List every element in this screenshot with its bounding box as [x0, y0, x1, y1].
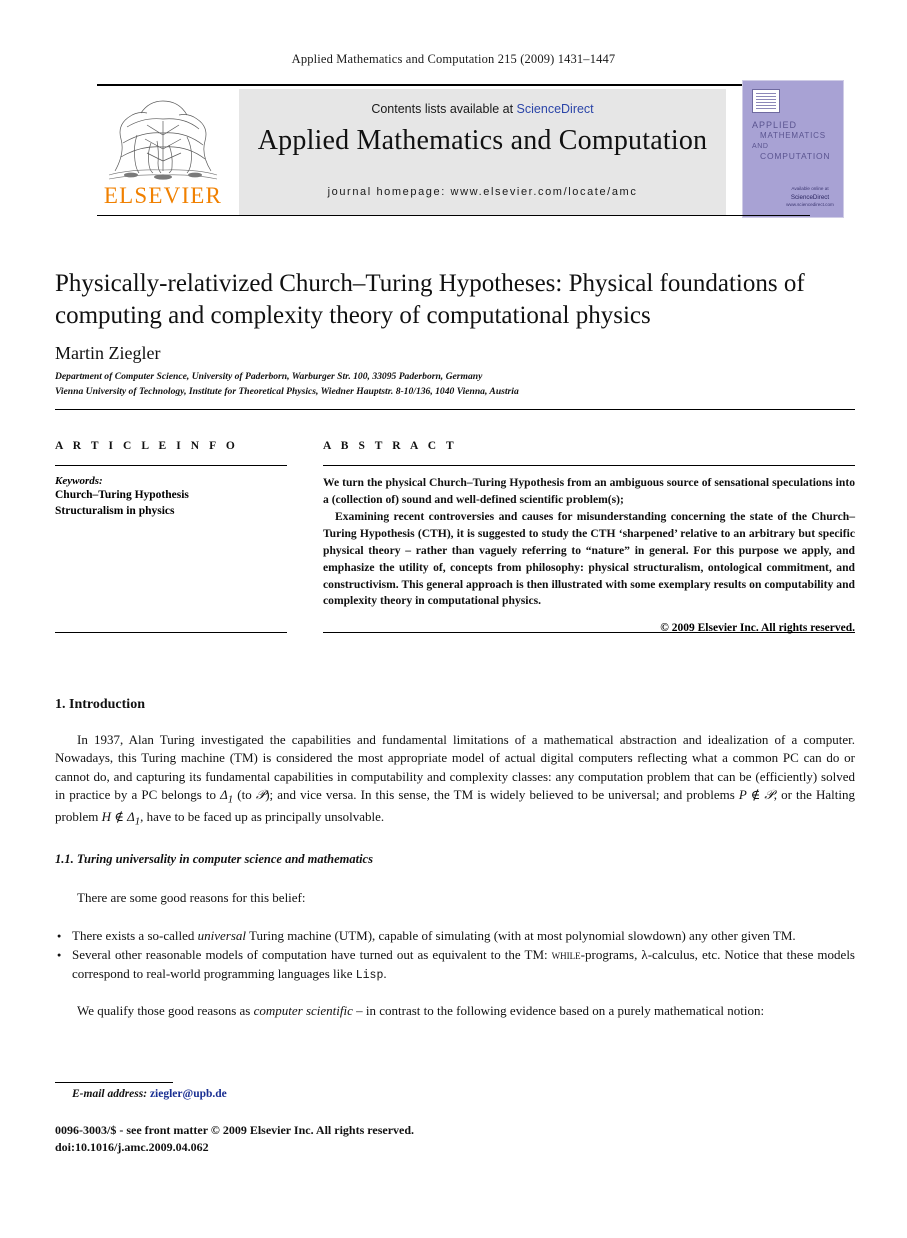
belief-paragraph: There are some good reasons for this bel…: [77, 889, 306, 905]
masthead-panel: Contents lists available at ScienceDirec…: [239, 89, 726, 216]
article-info-heading: A R T I C L E I N F O: [55, 440, 239, 452]
abstract-paragraph-1: We turn the physical Church–Turing Hypot…: [323, 476, 855, 506]
closing-post: – in contrast to the following evidence …: [352, 1003, 765, 1019]
imprint-line-1: 0096-3003/$ - see front matter © 2009 El…: [55, 1123, 415, 1137]
abstract-heading: A B S T R A C T: [323, 440, 458, 452]
keyword-item: Church–Turing Hypothesis: [55, 489, 189, 501]
section-heading-introduction: 1. Introduction: [55, 697, 145, 712]
paper-page: Applied Mathematics and Computation 215 …: [0, 0, 907, 1238]
cover-badge-url: www.sciencedirect.com: [786, 202, 834, 208]
abstract-rule: [323, 465, 855, 466]
closing-paragraph: We qualify those good reasons as compute…: [55, 1002, 855, 1020]
page-title: Physically-relativized Church–Turing Hyp…: [55, 270, 805, 329]
intro-text-part-3: ); and vice versa. In this sense, the TM…: [265, 786, 739, 802]
cover-badge-brand: ScienceDirect: [790, 193, 830, 201]
cover-line-4: COMPUTATION: [760, 151, 831, 162]
bullet-1-pre: There exists a so-called: [72, 928, 198, 944]
affiliation-1: Department of Computer Science, Universi…: [55, 371, 483, 382]
bullet-1-post: Turing machine (UTM), capable of simulat…: [246, 928, 796, 944]
article-info-rule: [55, 465, 287, 466]
journal-cover-thumbnail: APPLIED MATHEMATICS AND COMPUTATION Avai…: [742, 80, 844, 218]
affiliations: Department of Computer Science, Universi…: [55, 370, 855, 399]
p-not-in-p-symbol: P ∉ 𝒫: [738, 786, 774, 802]
list-item: Several other reasonable models of compu…: [57, 946, 855, 984]
footnote-rule: [55, 1082, 173, 1083]
elsevier-wordmark: ELSEVIER: [103, 183, 223, 208]
email-link[interactable]: ziegler@upb.de: [150, 1088, 227, 1100]
bullet-2-pre: Several other reasonable models of compu…: [72, 947, 552, 963]
cover-line-1: APPLIED: [752, 120, 798, 130]
intro-text-part-5: , have to be faced up as principally uns…: [140, 808, 385, 824]
bullet-2-end: .: [383, 965, 387, 981]
article-info-block: A R T I C L E I N F O Keywords: Church–T…: [55, 440, 287, 520]
intro-paragraph: In 1937, Alan Turing investigated the ca…: [55, 731, 855, 830]
masthead-bottom-rule: [97, 215, 810, 216]
affiliation-2: Vienna University of Technology, Institu…: [55, 385, 519, 397]
elsevier-tree-icon: [108, 100, 218, 180]
cover-line-3: AND: [752, 142, 769, 150]
masthead-top-rule: [97, 84, 810, 86]
h-not-in-delta-symbol: H ∉ Δ: [101, 808, 135, 824]
bullet-1-emphasis: universal: [197, 928, 247, 944]
author-name: Martin Ziegler: [55, 343, 161, 363]
abstract-paragraph-2: Examining recent controversies and cause…: [323, 509, 855, 608]
cover-title-text: APPLIED MATHEMATICS AND COMPUTATION: [752, 119, 838, 163]
cover-publisher-icon: [752, 89, 780, 113]
elsevier-logo: ELSEVIER: [97, 89, 229, 216]
cover-sciencedirect-badge: Available online at ScienceDirect www.sc…: [783, 186, 837, 209]
subsection-heading-1-1: 1.1. Turing universality in computer sci…: [55, 851, 373, 866]
article-info-bottom-rule: [55, 632, 287, 633]
delta-symbol-1: Δ: [220, 786, 228, 802]
script-p-symbol: 𝒫: [255, 786, 266, 802]
imprint-line-2: doi:10.1016/j.amc.2009.04.062: [55, 1140, 209, 1155]
contents-available-line: Contents lists available at ScienceDirec…: [239, 102, 726, 116]
list-item: There exists a so-called universal Turin…: [57, 927, 855, 946]
imprint-block: 0096-3003/$ - see front matter © 2009 El…: [55, 1122, 414, 1156]
closing-pre: We qualify those good reasons as: [77, 1003, 254, 1019]
abstract-block: A B S T R A C T We turn the physical Chu…: [323, 440, 855, 634]
journal-masthead: ELSEVIER Contents lists available at Sci…: [97, 80, 844, 218]
reasons-list: There exists a so-called universal Turin…: [55, 927, 855, 984]
email-footnote: E-mail address: ziegler@upb.de: [72, 1088, 227, 1100]
email-label: E-mail address:: [72, 1088, 148, 1100]
bullet-2-smallcaps: while: [551, 948, 581, 963]
closing-emphasis: computer scientific: [253, 1003, 353, 1019]
keyword-item: Structuralism in physics: [55, 505, 175, 518]
article-body: 1. Introduction In 1937, Alan Turing inv…: [55, 697, 855, 1021]
keywords-label: Keywords:: [55, 475, 103, 487]
abstract-bottom-rule: [323, 632, 855, 633]
title-block-rule: [55, 409, 855, 410]
contents-prefix: Contents lists available at: [371, 102, 517, 116]
cover-badge-available: Available online at: [791, 185, 829, 191]
running-head: Applied Mathematics and Computation 215 …: [291, 52, 616, 66]
sciencedirect-link[interactable]: ScienceDirect: [517, 102, 594, 116]
intro-text-part-2: (to: [233, 786, 256, 802]
journal-homepage-link[interactable]: journal homepage: www.elsevier.com/locat…: [239, 186, 726, 198]
cover-line-2: MATHEMATICS: [760, 131, 826, 141]
bullet-2-monospace: Lisp: [355, 968, 384, 982]
abstract-text: We turn the physical Church–Turing Hypot…: [323, 475, 855, 610]
journal-title: Applied Mathematics and Computation: [257, 125, 708, 156]
